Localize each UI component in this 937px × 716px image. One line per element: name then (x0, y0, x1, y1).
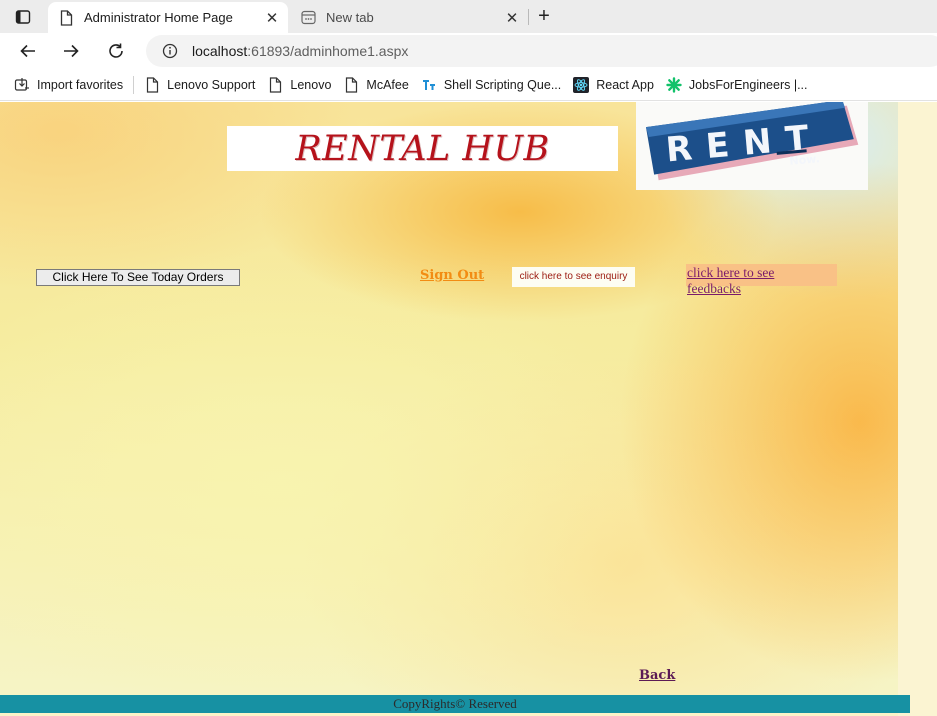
tab-actions-icon (15, 10, 31, 24)
bookmark-label: Import favorites (37, 77, 124, 92)
page-background-edge (898, 102, 937, 716)
page-icon (144, 76, 160, 93)
page-icon (343, 76, 359, 93)
new-tab-button[interactable]: + (533, 5, 555, 27)
logo-sub: Now. (789, 152, 820, 168)
tab-title: Administrator Home Page (84, 10, 233, 25)
tab-separator (528, 9, 529, 25)
refresh-button[interactable] (102, 37, 130, 65)
refresh-icon (109, 43, 123, 58)
react-icon (573, 76, 590, 93)
bookmark-label: Lenovo (290, 77, 332, 92)
info-icon[interactable] (162, 43, 178, 59)
bookmark-import-favorites[interactable]: Import favorites (8, 73, 129, 97)
tab-new-tab[interactable]: New tab ✕ (290, 2, 528, 33)
footer-bar: CopyRights© Reserved (0, 695, 910, 713)
tab-administrator-home[interactable]: Administrator Home Page ✕ (48, 2, 288, 33)
bookmark-shell-scripting[interactable]: Shell Scripting Que... (415, 73, 567, 97)
import-icon (14, 77, 30, 93)
feedback-link[interactable]: click here to see feedbacks (687, 265, 797, 297)
copyright-text: CopyRights© Reserved (393, 696, 517, 711)
page-icon (58, 9, 74, 26)
star-icon (666, 76, 682, 93)
address-bar[interactable]: localhost:61893/adminhome1.aspx (146, 35, 937, 67)
newtab-icon (300, 10, 316, 26)
forward-button[interactable] (57, 37, 85, 65)
close-tab-icon[interactable]: ✕ (262, 8, 282, 28)
bookmarks-bar: Import favorites Lenovo Support Lenovo M… (0, 69, 937, 101)
arrow-right-icon (64, 44, 79, 58)
bookmark-lenovo[interactable]: Lenovo (261, 73, 337, 97)
page-viewport: RENTAL HUB RENT Now. Click Here To See T… (0, 102, 937, 716)
enquiry-button[interactable]: click here to see enquiry (512, 267, 635, 287)
page-background (0, 102, 900, 702)
sign-out-link[interactable]: Sign Out (420, 268, 484, 283)
bookmark-label: React App (596, 77, 654, 92)
rent-now-logo: RENT Now. (636, 102, 868, 190)
url-text: localhost:61893/adminhome1.aspx (192, 43, 408, 59)
bookmark-label: Lenovo Support (167, 77, 256, 92)
tab-title: New tab (326, 10, 374, 25)
site-title-banner: RENTAL HUB (227, 126, 618, 171)
today-orders-button[interactable]: Click Here To See Today Orders (36, 269, 240, 286)
bookmark-divider (133, 75, 135, 94)
bookmark-label: Shell Scripting Que... (443, 77, 562, 92)
back-link[interactable]: Back (639, 668, 675, 683)
bookmark-react-app[interactable]: React App (567, 73, 660, 97)
bookmark-lenovo-support[interactable]: Lenovo Support (138, 73, 261, 97)
tab-strip: Administrator Home Page ✕ New tab ✕ + (0, 0, 937, 33)
bookmark-label: JobsForEngineers |... (688, 77, 808, 92)
bookmark-mcafee[interactable]: McAfee (337, 73, 414, 97)
shell-icon (421, 77, 437, 93)
page-icon (267, 76, 283, 93)
url-host: localhost (192, 43, 248, 59)
browser-toolbar: localhost:61893/adminhome1.aspx (0, 33, 937, 69)
back-button[interactable] (14, 37, 42, 65)
bookmark-label: McAfee (366, 77, 409, 92)
url-path: :61893/adminhome1.aspx (247, 43, 409, 59)
arrow-left-icon (20, 44, 35, 58)
close-tab-icon[interactable]: ✕ (502, 8, 522, 28)
site-title: RENTAL HUB (295, 128, 550, 169)
tab-actions-button[interactable] (6, 6, 40, 28)
bookmark-jobsforengineers[interactable]: JobsForEngineers |... (660, 73, 814, 97)
